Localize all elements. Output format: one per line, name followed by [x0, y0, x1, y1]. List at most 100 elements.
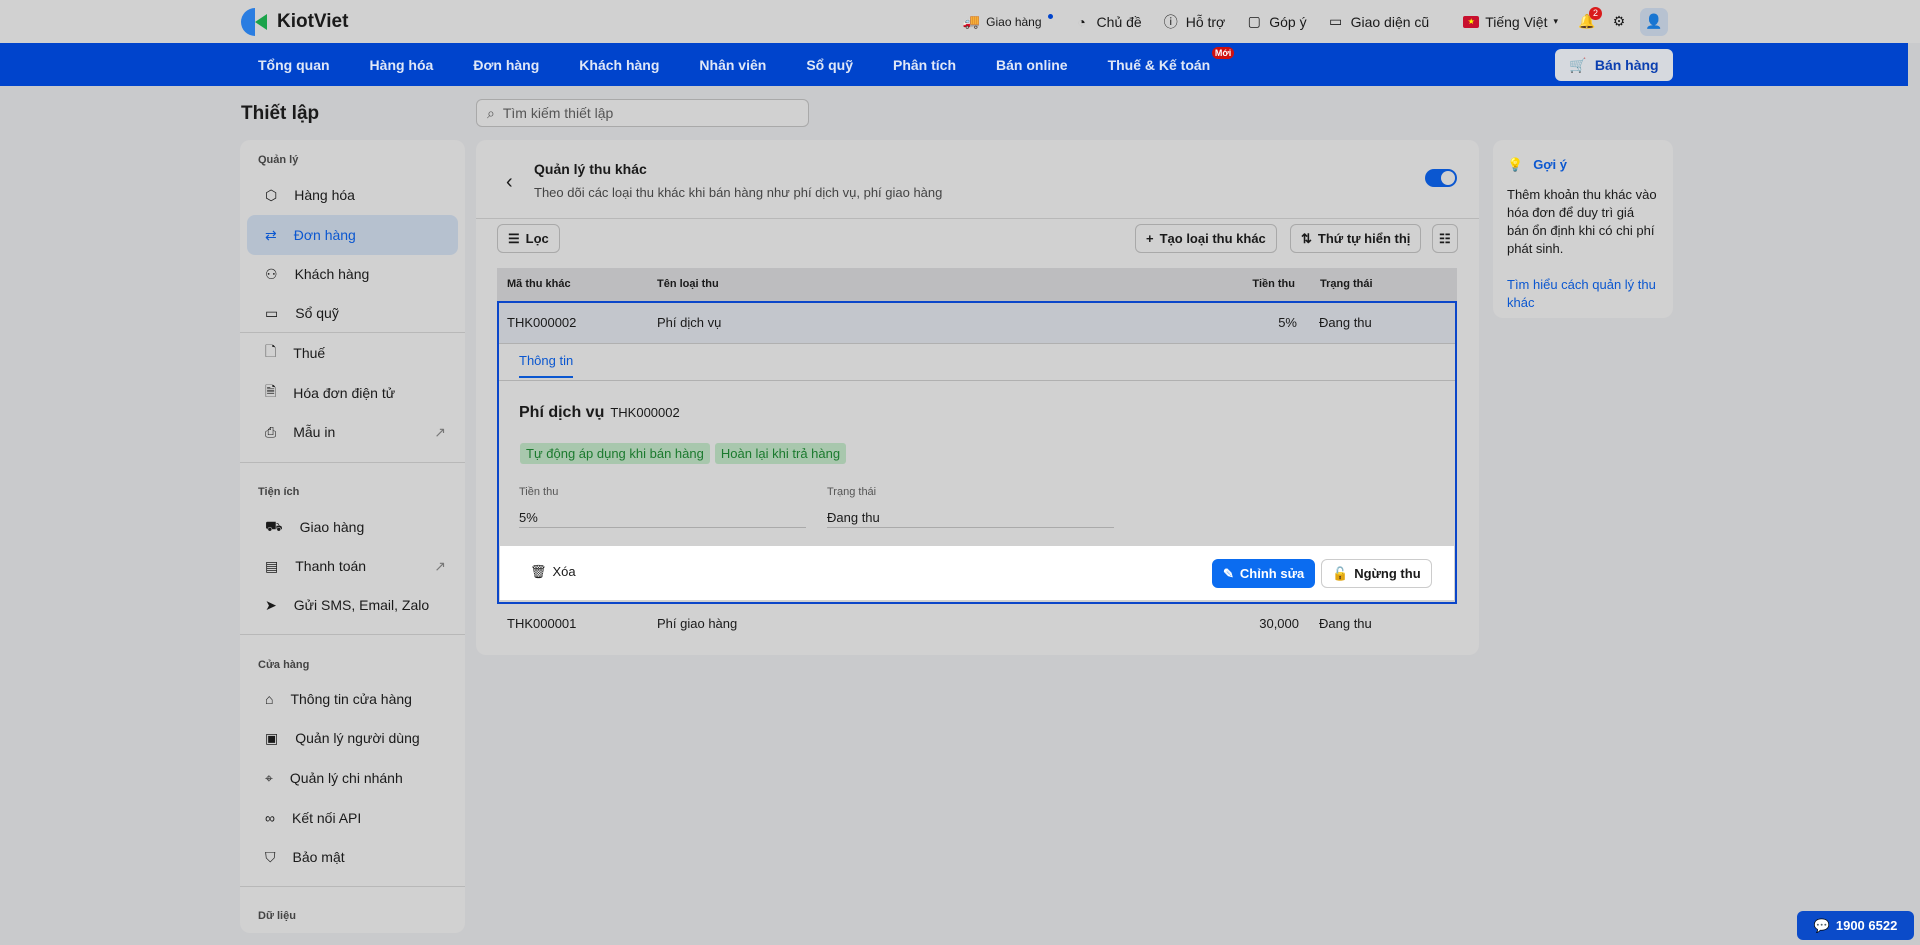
chat-icon: 💬: [1813, 917, 1830, 933]
nav-customers[interactable]: Khách hàng: [579, 57, 685, 73]
cart-icon: 🛒: [1569, 56, 1587, 73]
other-charges-panel: ‹ Quản lý thu khác Theo dõi các loại thu…: [476, 140, 1479, 655]
panel-title: Quản lý thu khác: [534, 161, 647, 177]
sidebar-item-print-templates[interactable]: ⎙ Mẫu in ↗: [247, 412, 458, 452]
delivery-link[interactable]: 🚚 Giao hàng: [962, 13, 1053, 31]
sidebar-item-label: Mẫu in: [293, 424, 336, 440]
sidebar-item-products[interactable]: ⬡ Hàng hóa: [247, 175, 458, 215]
link-icon: ∞: [265, 810, 275, 826]
row-amount: 30,000: [1259, 616, 1299, 631]
filter-icon: ☰: [508, 230, 520, 246]
stop-label: Ngừng thu: [1354, 566, 1421, 581]
theme-link[interactable]: ◔ Chủ đề: [1073, 13, 1141, 31]
row-code: THK000001: [507, 616, 577, 631]
amount-value: 5%: [519, 510, 538, 525]
search-input[interactable]: [502, 105, 783, 121]
nav-online[interactable]: Bán online: [996, 57, 1094, 73]
language-select[interactable]: ★ Tiếng Việt ▾: [1463, 14, 1558, 30]
notifications-button[interactable]: 🔔 2: [1578, 6, 1602, 31]
divider: [240, 462, 465, 463]
nav-products[interactable]: Hàng hóa: [370, 57, 460, 73]
row-status: Đang thu: [1319, 315, 1372, 330]
support-link[interactable]: ⓘ Hỗ trợ: [1162, 13, 1226, 31]
row-status: Đang thu: [1319, 616, 1372, 631]
tab-info[interactable]: Thông tin: [519, 353, 574, 378]
support-phone-button[interactable]: 💬 1900 6522: [1797, 911, 1914, 940]
columns-icon: ☷: [1439, 230, 1451, 246]
new-badge: Mới: [1211, 46, 1235, 59]
delete-button[interactable]: 🗑 Xóa: [530, 564, 576, 580]
sidebar-item-payment[interactable]: ▤ Thanh toán ↗: [247, 546, 458, 586]
avatar[interactable]: 👤: [1640, 7, 1668, 36]
table-row[interactable]: THK000002 Phí dịch vụ 5% Đang thu: [499, 303, 1455, 343]
sidebar-item-einvoice[interactable]: 🗎 Hóa đơn điện tử: [247, 373, 458, 413]
divider: [499, 380, 1455, 381]
edit-button[interactable]: ✎ Chỉnh sửa: [1212, 559, 1316, 588]
row-name: Phí dịch vụ: [657, 315, 722, 330]
nav-tax[interactable]: Thuế & Kế toán Mới: [1107, 46, 1237, 73]
page-title: Thiết lập: [241, 103, 320, 124]
sidebar-item-label: Đơn hàng: [293, 227, 356, 243]
shield-icon: ⛉: [265, 848, 276, 865]
sidebar-item-label: Thuế: [293, 345, 326, 361]
detail-tags: Tự động áp dụng khi bán hàng Hoàn lại khi…: [520, 443, 847, 464]
tax-doc-icon: 🗋: [265, 343, 277, 359]
back-icon[interactable]: ‹: [506, 171, 513, 194]
filter-button[interactable]: ☰ Lọc: [497, 224, 560, 253]
trash-icon: 🗑: [530, 564, 547, 579]
row-amount: 5%: [1278, 315, 1297, 330]
sell-button[interactable]: 🛒 Bán hàng: [1555, 49, 1673, 81]
sidebar-item-label: Khách hàng: [294, 266, 370, 282]
payment-icon: ▤: [265, 557, 279, 574]
panel-subtitle: Theo dõi các loại thu khác khi bán hàng …: [534, 185, 943, 200]
nav-orders[interactable]: Đơn hàng: [473, 57, 565, 73]
sidebar-item-cashbook[interactable]: ▭ Sổ quỹ: [247, 293, 458, 333]
brand-name: KiotViet: [277, 11, 349, 32]
sidebar-item-label: Quản lý người dùng: [295, 730, 420, 746]
hint-link[interactable]: Tìm hiểu cách quản lý thu khác: [1507, 276, 1659, 312]
nav-staff[interactable]: Nhân viên: [699, 57, 792, 73]
settings-button[interactable]: ⚙: [1610, 13, 1628, 31]
sidebar-item-messaging[interactable]: ➤ Gửi SMS, Email, Zalo: [247, 585, 458, 625]
expanded-row: THK000002 Phí dịch vụ 5% Đang thu Thông …: [497, 301, 1457, 604]
sidebar-item-label: Kết nối API: [291, 810, 362, 826]
create-charge-button[interactable]: + Tạo loại thu khác: [1135, 224, 1277, 253]
search-box[interactable]: ⌕: [476, 99, 809, 127]
sidebar-item-orders[interactable]: ⇄ Đơn hàng: [247, 215, 458, 255]
filter-label: Lọc: [525, 231, 549, 246]
vietnam-flag-icon: ★: [1463, 15, 1480, 28]
monitor-icon: ▭: [1328, 13, 1343, 29]
sidebar-item-tax[interactable]: 🗋 Thuế: [247, 333, 458, 373]
nav-tax-label: Thuế & Kế toán: [1107, 56, 1211, 73]
old-ui-link[interactable]: ▭ Giao diện cũ: [1327, 13, 1429, 31]
logo[interactable]: KiotViet: [241, 8, 348, 36]
sidebar-item-api[interactable]: ∞ Kết nối API: [247, 798, 458, 838]
sidebar-item-branches[interactable]: ⌖ Quản lý chi nhánh: [247, 758, 458, 798]
detail-actions: 🗑 Xóa ✎ Chỉnh sửa 🔓 Ngừng thu: [500, 546, 1454, 600]
nav-cashbook[interactable]: Sổ quỹ: [806, 57, 879, 73]
sidebar-item-delivery[interactable]: ⛟ Giao hàng: [247, 507, 458, 547]
column-settings-button[interactable]: ☷: [1432, 224, 1458, 253]
table-row[interactable]: THK000001 Phí giao hàng 30,000 Đang thu: [497, 604, 1457, 640]
sidebar: Quản lý ⬡ Hàng hóa ⇄ Đơn hàng ⚇ Khách hàng …: [240, 140, 465, 933]
tag: Tự động áp dụng khi bán hàng: [520, 443, 710, 464]
nav-overview[interactable]: Tổng quan: [258, 57, 356, 73]
sidebar-item-customers[interactable]: ⚇ Khách hàng: [247, 254, 458, 294]
hint-text: Thêm khoản thu khác vào hóa đơn để duy t…: [1507, 187, 1657, 256]
feedback-link[interactable]: ▢ Góp ý: [1245, 13, 1307, 31]
sidebar-item-security[interactable]: ⛉ Bảo mật: [247, 837, 458, 877]
truck-icon: ⛟: [265, 517, 283, 534]
edit-label: Chỉnh sửa: [1239, 566, 1305, 581]
enable-toggle[interactable]: [1425, 169, 1457, 187]
sidebar-item-store-info[interactable]: ⌂ Thông tin cửa hàng: [247, 679, 458, 719]
lightbulb-icon: 💡: [1507, 157, 1524, 172]
stop-button[interactable]: 🔓 Ngừng thu: [1321, 559, 1432, 588]
phone-number: 1900 6522: [1835, 918, 1898, 933]
nav-items: Tổng quan Hàng hóa Đơn hàng Khách hàng N…: [258, 43, 1250, 86]
nav-analytics[interactable]: Phân tích: [893, 57, 982, 73]
display-order-button[interactable]: ⇅ Thứ tự hiển thị: [1290, 224, 1422, 253]
row-name: Phí giao hàng: [657, 616, 738, 631]
sidebar-item-label: Gửi SMS, Email, Zalo: [293, 597, 430, 613]
sidebar-item-label: Thông tin cửa hàng: [290, 691, 412, 707]
sidebar-item-users[interactable]: ▣ Quản lý người dùng: [247, 718, 458, 758]
